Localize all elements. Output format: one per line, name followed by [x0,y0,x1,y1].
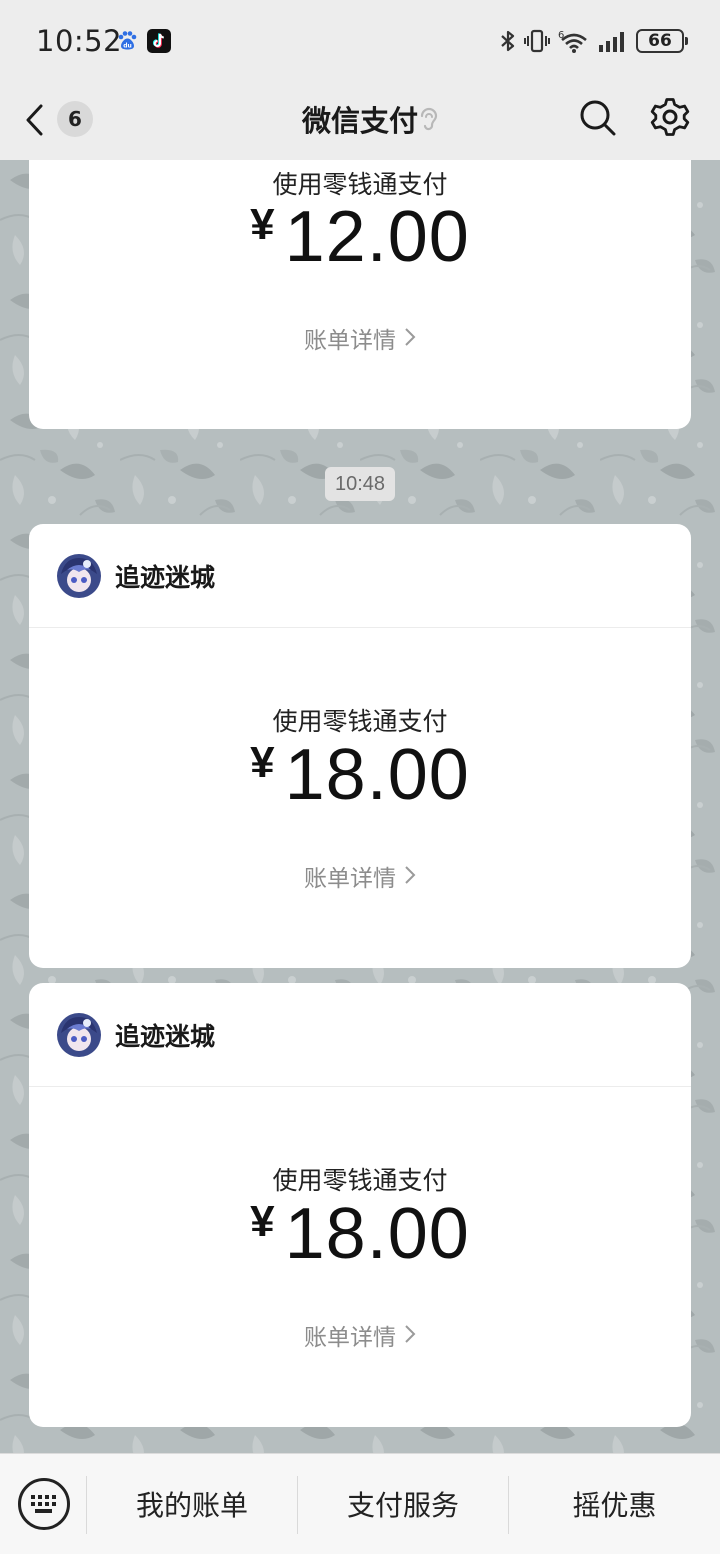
battery-icon: 66 [636,29,688,53]
card-header: 追迹迷城 [29,524,691,628]
menu-shake-offers[interactable]: 摇优惠 [509,1454,720,1554]
currency-symbol: ¥ [250,1197,275,1246]
wifi-icon: 6 [558,30,587,53]
signal-icon [599,32,624,52]
status-time: 10:52 [36,24,123,58]
chat-area[interactable]: 使用零钱通支付 ¥12.00 账单详情 10:48 追迹迷城 使用零钱通支付 ¥… [0,160,720,1453]
bill-detail-link[interactable]: 账单详情 [29,1318,691,1352]
payment-card[interactable]: 追迹迷城 使用零钱通支付 ¥18.00 账单详情 [29,524,691,968]
payment-amount: ¥18.00 [29,734,691,816]
bill-detail-link[interactable]: 账单详情 [29,859,691,893]
bill-detail-label: 账单详情 [304,1325,396,1351]
keyboard-toggle-button[interactable] [18,1478,70,1530]
chevron-right-icon [405,866,416,884]
baidu-app-icon: du [118,31,137,50]
menu-my-bills[interactable]: 我的账单 [87,1454,297,1554]
tiktok-app-icon [147,29,171,53]
amount-value: 18.00 [284,1194,470,1274]
card-header: 追迹迷城 [29,983,691,1087]
battery-level: 66 [648,31,672,51]
amount-value: 12.00 [284,197,470,277]
payment-card[interactable]: 使用零钱通支付 ¥12.00 账单详情 [29,160,691,429]
merchant-avatar[interactable] [57,1013,101,1057]
currency-symbol: ¥ [250,200,275,249]
chevron-right-icon [405,328,416,346]
merchant-name: 追迹迷城 [115,563,216,592]
vibrate-icon [524,29,550,53]
amount-value: 18.00 [284,735,470,815]
bill-detail-link[interactable]: 账单详情 [29,321,691,355]
chevron-right-icon [405,1325,416,1343]
pay-method-label: 使用零钱通支付 [272,707,448,736]
keyboard-icon [31,1495,56,1513]
search-icon[interactable] [578,98,618,138]
menu-payment-services[interactable]: 支付服务 [298,1454,508,1554]
merchant-avatar[interactable] [57,554,101,598]
merchant-name: 追迹迷城 [115,1022,216,1051]
payment-amount: ¥12.00 [29,196,691,278]
bottom-menu-bar: 我的账单 支付服务 摇优惠 [0,1453,720,1554]
pay-method-label: 使用零钱通支付 [272,1166,448,1195]
bluetooth-icon [501,30,515,52]
status-bar: 10:52 du 6 66 [0,0,720,80]
message-timestamp: 10:48 [325,467,395,501]
payment-card[interactable]: 追迹迷城 使用零钱通支付 ¥18.00 账单详情 [29,983,691,1427]
gear-icon[interactable] [650,97,690,137]
status-icons: 6 66 [498,28,688,54]
payment-amount: ¥18.00 [29,1193,691,1275]
bill-detail-label: 账单详情 [304,328,396,354]
svg-text:du: du [123,43,132,50]
ear-icon [420,107,438,131]
bill-detail-label: 账单详情 [304,866,396,892]
currency-symbol: ¥ [250,738,275,787]
